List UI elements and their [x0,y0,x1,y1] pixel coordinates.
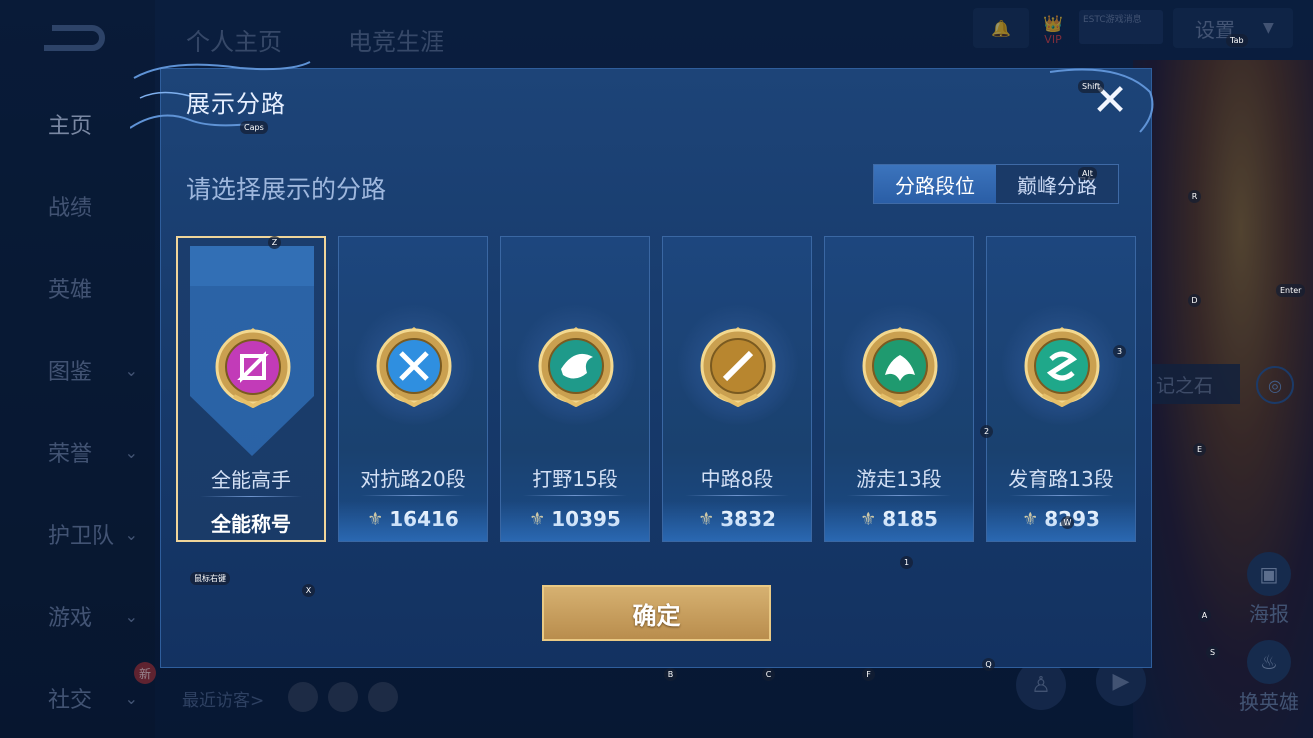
lane-name: 打野15段 [532,467,618,491]
key-hint: 3 [1113,345,1126,358]
lane-card[interactable]: 打野15段⚜10395 [500,236,650,542]
card-glow [339,501,487,541]
divider [847,495,951,496]
mid-lane-emblem-icon [697,325,779,408]
key-hint: 2 [980,425,993,438]
divider [523,495,627,496]
tab-lane-rank[interactable]: 分路段位 [874,165,996,203]
lane-name: 全能高手 [211,468,291,492]
key-hint: Z [268,236,281,249]
lane-name: 发育路13段 [1008,467,1114,491]
lane-name: 中路8段 [700,467,774,491]
jungle-emblem-icon [535,325,617,408]
card-glow [501,501,649,541]
card-glow [825,501,973,541]
key-hint: W [1061,516,1074,529]
clash-lane-emblem-icon [373,325,455,408]
key-hint: A [1198,609,1211,622]
divider [1009,495,1113,496]
divider [685,495,789,496]
key-hint: Enter [1276,284,1306,297]
key-hint: Shift [1078,80,1105,93]
key-hint: Alt [1078,167,1097,180]
all-round-emblem-icon [212,326,294,409]
key-hint: Tab [1226,34,1248,47]
lane-name: 游走13段 [856,467,942,491]
lane-card[interactable]: 发育路13段⚜8293 [986,236,1136,542]
key-hint: R [1188,190,1201,203]
lane-name: 对抗路20段 [360,467,466,491]
card-glow [663,501,811,541]
lane-card[interactable]: 游走13段⚜8185 [824,236,974,542]
key-hint: E [1193,443,1206,456]
roam-emblem-icon [859,325,941,408]
key-hint: F [862,668,875,681]
key-hint: C [762,668,775,681]
key-hint: 鼠标右键 [190,572,230,585]
lane-card[interactable]: 对抗路20段⚜16416 [338,236,488,542]
lane-score: 全能称号 [178,508,324,537]
key-hint: Caps [240,121,268,134]
key-hint: S [1206,646,1219,659]
lane-card[interactable]: 全能高手 全能称号 [176,236,326,542]
key-hint: X [302,584,315,597]
divider [361,495,465,496]
divider [200,496,302,497]
dialog-title: 展示分路 [186,90,286,118]
tab-peak-lane[interactable]: 巅峰分路 [996,165,1118,203]
key-hint: 1 [900,556,913,569]
confirm-button[interactable]: 确定 [542,585,771,641]
key-hint: B [664,668,677,681]
lane-card[interactable]: 中路8段⚜3832 [662,236,812,542]
farm-lane-emblem-icon [1021,325,1103,408]
key-hint: Q [982,658,995,671]
dialog-subtitle: 请选择展示的分路 [186,175,387,204]
key-hint: D [1188,294,1201,307]
lane-score-value: 全能称号 [211,512,291,536]
